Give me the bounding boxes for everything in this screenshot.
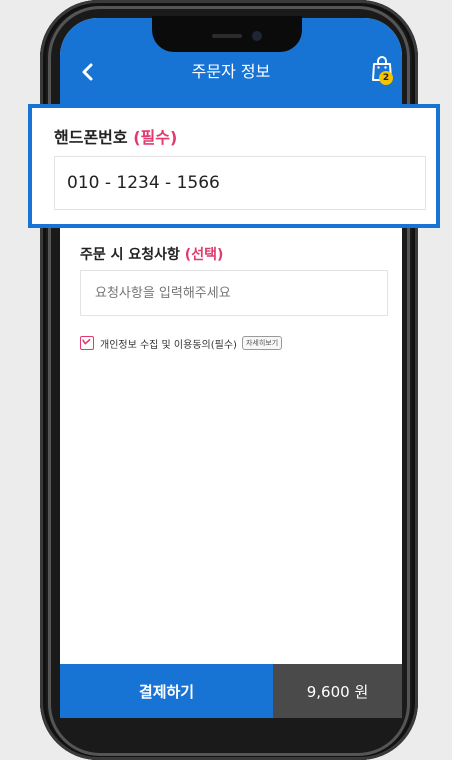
phone-label-tag: (필수): [133, 128, 178, 147]
camera-icon: [252, 31, 262, 41]
phone-number-highlight: 핸드폰번호 (필수): [28, 104, 440, 228]
consent-checkbox[interactable]: [80, 336, 94, 350]
phone-label-text: 핸드폰번호: [54, 128, 128, 147]
speaker-grille: [212, 34, 242, 38]
phone-label: 핸드폰번호 (필수): [54, 124, 177, 148]
phone-number-input[interactable]: [54, 156, 426, 210]
request-label: 주문 시 요청사항 (선택): [80, 244, 223, 264]
request-input[interactable]: [80, 270, 388, 316]
request-label-tag: (선택): [184, 247, 224, 263]
consent-tag: (필수): [210, 339, 237, 351]
request-label-text: 주문 시 요청사항: [80, 247, 180, 263]
total-price: 9,600 원: [273, 664, 402, 718]
detail-button[interactable]: 자세히보기: [241, 336, 283, 350]
cart-count-badge: 2: [379, 71, 393, 85]
bottom-bar: 결제하기 9,600 원: [60, 664, 402, 718]
pay-button[interactable]: 결제하기: [60, 664, 273, 718]
consent-text: 개인정보 수집 및 이용동의: [100, 339, 211, 351]
phone-notch: [152, 16, 302, 52]
consent-row: 개인정보 수집 및 이용동의 (필수) 자세히보기: [80, 334, 283, 352]
page-title: 주문자 정보: [191, 62, 271, 81]
check-icon: [82, 338, 91, 345]
